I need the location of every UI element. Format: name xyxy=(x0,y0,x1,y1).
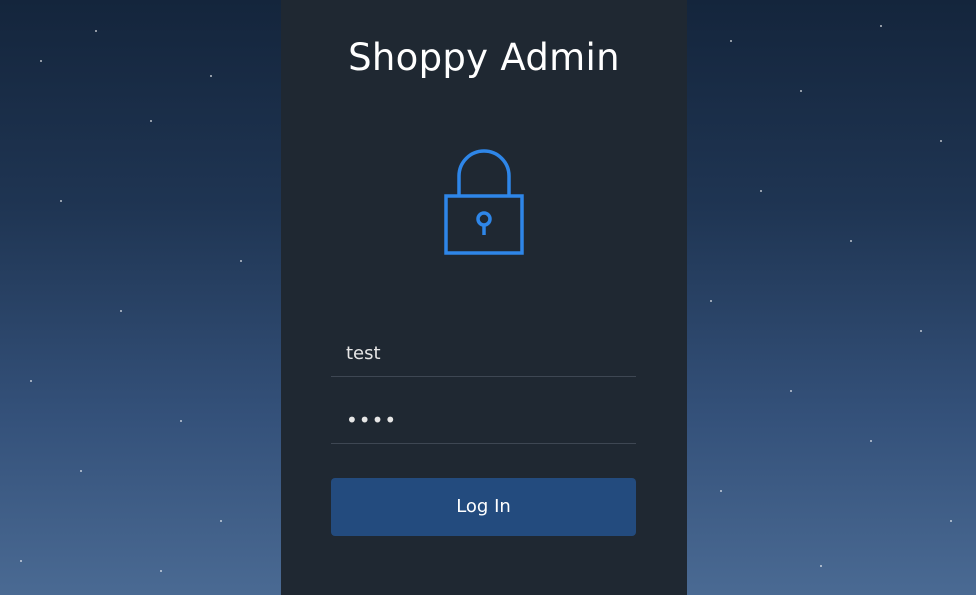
star xyxy=(880,25,882,27)
star xyxy=(710,300,712,302)
username-field[interactable]: test xyxy=(331,333,636,377)
password-value: •••• xyxy=(346,408,398,432)
login-button[interactable]: Log In xyxy=(331,478,636,536)
star xyxy=(870,440,872,442)
star xyxy=(60,200,62,202)
star xyxy=(120,310,122,312)
star xyxy=(210,75,212,77)
star xyxy=(240,260,242,262)
star xyxy=(180,420,182,422)
login-panel: Shoppy Admin test •••• Log In xyxy=(281,0,687,595)
star xyxy=(800,90,802,92)
star xyxy=(150,120,152,122)
star xyxy=(40,60,42,62)
username-value: test xyxy=(346,343,381,364)
star xyxy=(920,330,922,332)
star xyxy=(220,520,222,522)
password-field[interactable]: •••• xyxy=(331,400,636,444)
star xyxy=(160,570,162,572)
star xyxy=(80,470,82,472)
star xyxy=(940,140,942,142)
lock-icon xyxy=(442,148,526,258)
star xyxy=(720,490,722,492)
star xyxy=(30,380,32,382)
star xyxy=(820,565,822,567)
star xyxy=(790,390,792,392)
star xyxy=(95,30,97,32)
star xyxy=(760,190,762,192)
star xyxy=(730,40,732,42)
app-title: Shoppy Admin xyxy=(348,36,620,79)
star xyxy=(950,520,952,522)
star xyxy=(20,560,22,562)
star xyxy=(850,240,852,242)
